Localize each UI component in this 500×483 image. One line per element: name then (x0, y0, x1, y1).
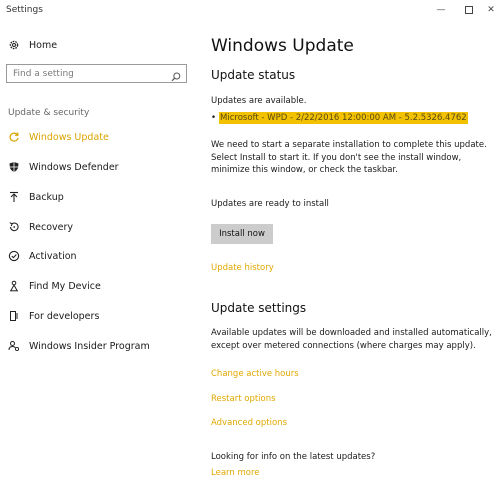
restart-options-link[interactable]: Restart options (211, 394, 276, 404)
sidebar-item-label: For developers (29, 310, 100, 322)
check-circle-icon (8, 250, 20, 262)
update-status-heading: Update status (211, 68, 296, 82)
home-nav-item[interactable]: Home (8, 37, 57, 53)
install-note: We need to start a separate installation… (211, 140, 487, 175)
install-now-button[interactable]: Install now (211, 224, 273, 244)
updates-available-text: Updates are available. (211, 96, 307, 106)
gear-icon (8, 39, 20, 51)
sidebar-item-recovery[interactable]: Recovery (8, 218, 73, 236)
update-item: • Microsoft - WPD - 2/22/2016 12:00:00 A… (211, 112, 468, 124)
update-settings-description: Available updates will be downloaded and… (211, 328, 492, 351)
sidebar-item-label: Backup (29, 191, 64, 203)
sidebar-item-label: Recovery (29, 221, 74, 233)
sidebar-item-label: Find My Device (29, 280, 101, 292)
update-settings-heading: Update settings (211, 301, 307, 315)
minimize-button[interactable]: — (433, 3, 449, 17)
sidebar-item-label: Windows Defender (29, 161, 119, 173)
update-history-link[interactable]: Update history (211, 263, 274, 273)
maximize-button[interactable] (461, 3, 477, 17)
sidebar-item-find-my-device[interactable]: Find My Device (8, 277, 101, 295)
window-title: Settings (6, 5, 43, 15)
sidebar-item-windows-insider[interactable]: Windows Insider Program (8, 337, 150, 355)
sidebar-item-backup[interactable]: Backup (8, 188, 64, 206)
sidebar-item-activation[interactable]: Activation (8, 247, 77, 265)
search-icon[interactable] (170, 68, 182, 82)
section-label: Update & security (8, 108, 90, 118)
sidebar-item-label: Windows Insider Program (29, 340, 150, 352)
refresh-icon (8, 131, 20, 143)
main-content: Windows Update Update status Updates are… (211, 22, 496, 483)
recovery-icon (8, 221, 20, 233)
developer-icon (8, 310, 20, 322)
search-box[interactable] (6, 64, 187, 83)
sidebar-item-windows-defender[interactable]: Windows Defender (8, 158, 119, 176)
insider-icon (8, 340, 20, 352)
backup-arrow-icon (8, 191, 20, 203)
page-title: Windows Update (211, 36, 354, 56)
shield-icon (8, 161, 20, 173)
sidebar: Home Update & security Windows Update Wi… (0, 22, 198, 483)
advanced-options-link[interactable]: Advanced options (211, 418, 287, 428)
home-label: Home (29, 39, 58, 51)
bullet-dot: • (211, 113, 217, 123)
sidebar-item-windows-update[interactable]: Windows Update (8, 128, 109, 146)
maximize-icon (465, 6, 473, 14)
sidebar-item-for-developers[interactable]: For developers (8, 307, 99, 325)
learn-more-link[interactable]: Learn more (211, 468, 259, 478)
sidebar-item-label: Activation (29, 250, 77, 262)
ready-to-install-text: Updates are ready to install (211, 199, 329, 209)
sidebar-item-label: Windows Update (29, 131, 109, 143)
update-item-name: Microsoft - WPD - 2/22/2016 12:00:00 AM … (219, 112, 468, 124)
change-active-hours-link[interactable]: Change active hours (211, 369, 299, 379)
latest-updates-info-text: Looking for info on the latest updates? (211, 452, 376, 462)
search-input[interactable] (13, 67, 163, 80)
person-pin-icon (8, 280, 20, 292)
close-button[interactable]: ✕ (483, 3, 499, 17)
title-bar: Settings — ✕ (0, 0, 500, 22)
